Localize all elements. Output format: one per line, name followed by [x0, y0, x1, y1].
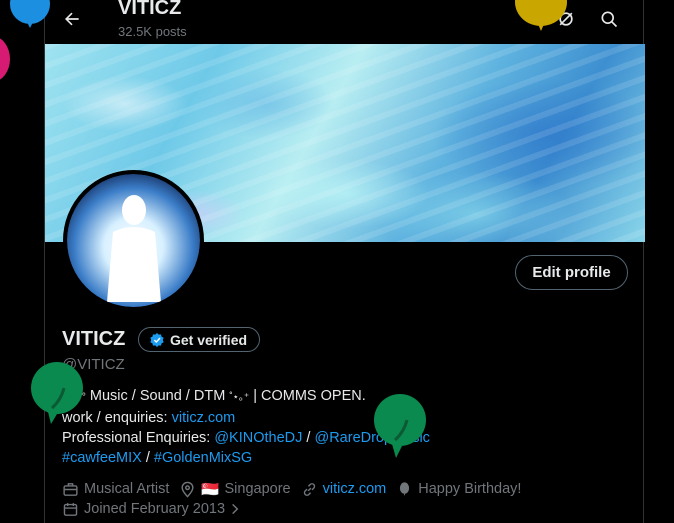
- search-button[interactable]: [596, 6, 622, 32]
- edit-profile-button[interactable]: Edit profile: [515, 255, 628, 290]
- bio-line: ⁺˚⋆｡° Music / Sound / DTM ˚⋆｡⁺ | COMMS O…: [62, 386, 622, 408]
- balloon-decoration: [10, 0, 50, 28]
- briefcase-icon: [63, 482, 78, 496]
- joined-label: Joined February 2013: [84, 501, 226, 517]
- hashtag-link[interactable]: #cawfeeMIX: [62, 450, 142, 466]
- birthday-label: Happy Birthday!: [418, 481, 522, 497]
- back-arrow-icon: [65, 12, 79, 26]
- flag-icon: 🇸🇬: [201, 481, 220, 498]
- website-item: viticz.com: [301, 481, 387, 498]
- bio-text: | COMMS OPEN.: [249, 388, 366, 404]
- avatar[interactable]: [63, 170, 204, 311]
- website-link[interactable]: viticz.com: [323, 481, 387, 497]
- silhouette-icon: [107, 195, 161, 302]
- balloon-decoration: [0, 38, 10, 80]
- location-label: Singapore: [224, 481, 291, 497]
- hashtag-link[interactable]: #GoldenMixSG: [154, 450, 252, 466]
- joined-item[interactable]: Joined February 2013: [62, 501, 247, 518]
- verified-badge-icon: [150, 332, 164, 347]
- bio-website-link[interactable]: viticz.com: [172, 410, 236, 426]
- balloon-icon: [400, 481, 410, 496]
- link-icon: [303, 482, 315, 496]
- get-verified-label: Get verified: [170, 331, 248, 348]
- bio-text: Professional Enquiries:: [62, 430, 215, 446]
- bio-separator: /: [302, 430, 315, 446]
- category-item: Musical Artist: [62, 481, 169, 498]
- profile-column: VITICZ 32.5K posts Edit profile VITICZ G…: [44, 0, 645, 523]
- balloon-decoration: [31, 362, 83, 424]
- bio-line: Professional Enquiries: @KINOtheDJ / @Ra…: [62, 428, 622, 448]
- bio-line: #cawfeeMIX / #GoldenMixSG: [62, 448, 622, 468]
- location-pin-icon: [181, 481, 194, 498]
- bio-text: Music / Sound / DTM: [85, 388, 230, 404]
- page-title: VITICZ: [118, 0, 182, 19]
- bio-sparkle: ˚⋆｡⁺: [229, 392, 250, 403]
- bio-line: work / enquiries: viticz.com: [62, 408, 622, 428]
- balloon-decoration: [515, 0, 567, 31]
- meta-row: Musical Artist 🇸🇬 Singapore viticz.com H…: [62, 479, 632, 499]
- profile-meta: Musical Artist 🇸🇬 Singapore viticz.com H…: [62, 479, 632, 519]
- get-verified-button[interactable]: Get verified: [138, 327, 261, 352]
- category-label: Musical Artist: [84, 481, 170, 497]
- search-icon: [601, 11, 618, 28]
- display-name: VITICZ: [62, 328, 126, 350]
- back-button[interactable]: [59, 6, 85, 32]
- post-count: 32.5K posts: [118, 24, 187, 39]
- location-item: 🇸🇬 Singapore: [179, 481, 291, 498]
- birthday-item: Happy Birthday!: [396, 481, 521, 498]
- calendar-icon: [63, 502, 78, 516]
- bio-separator: /: [141, 450, 154, 466]
- balloon-decoration: [374, 394, 426, 458]
- meta-row: Joined February 2013: [62, 499, 632, 519]
- mention-link[interactable]: @KINOtheDJ: [214, 430, 302, 446]
- profile-bio: ⁺˚⋆｡° Music / Sound / DTM ˚⋆｡⁺ | COMMS O…: [62, 386, 622, 468]
- chevron-right-icon: [232, 503, 239, 515]
